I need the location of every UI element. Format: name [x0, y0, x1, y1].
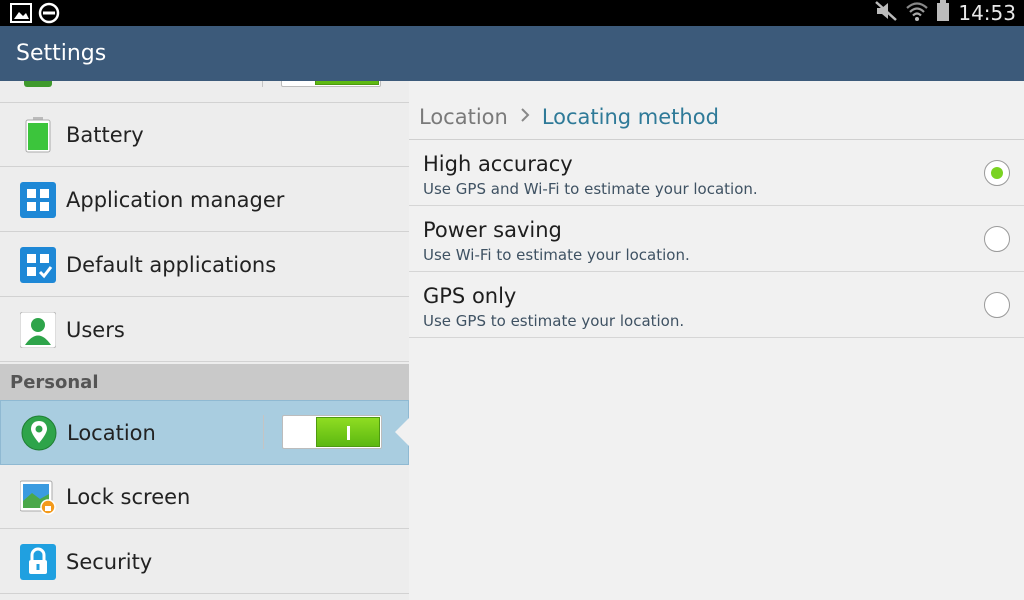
status-bar: 14:53: [0, 0, 1024, 26]
lock-screen-icon: [19, 479, 56, 515]
option-high-accuracy[interactable]: High accuracy Use GPS and Wi-Fi to estim…: [409, 140, 1024, 206]
option-title: GPS only: [423, 284, 517, 308]
settings-list[interactable]: Battery Application manager Default appl…: [0, 81, 409, 600]
sidebar-item-label: Application manager: [66, 188, 285, 212]
mute-icon: [874, 0, 898, 27]
sidebar-item-lock-screen[interactable]: Lock screen: [0, 465, 409, 529]
detail-pane: Location Locating method High accuracy U…: [409, 81, 1024, 600]
do-not-disturb-icon: [38, 2, 60, 29]
radio-gps-only[interactable]: [984, 292, 1010, 318]
radio-high-accuracy[interactable]: [984, 160, 1010, 186]
partial-item-toggle[interactable]: [281, 81, 381, 87]
sidebar-item-label: Security: [66, 550, 153, 574]
option-gps-only[interactable]: GPS only Use GPS to estimate your locati…: [409, 272, 1024, 338]
toggle-divider: [262, 81, 263, 87]
action-bar: Settings: [0, 26, 1024, 81]
toggle-thumb: [316, 417, 380, 447]
partial-item-icon: [20, 81, 56, 89]
sidebar-item-users[interactable]: Users: [0, 298, 409, 362]
sidebar-item-battery[interactable]: Battery: [0, 103, 409, 167]
sidebar-item-label: Lock screen: [66, 485, 191, 509]
selection-pointer: [395, 418, 409, 446]
breadcrumb-parent[interactable]: Location: [419, 105, 508, 129]
page-title: Settings: [16, 41, 107, 66]
sidebar-item-label: Default applications: [66, 253, 277, 277]
clock: 14:53: [958, 1, 1016, 25]
option-title: Power saving: [423, 218, 562, 242]
option-title: High accuracy: [423, 152, 573, 176]
list-item-partial[interactable]: [0, 81, 409, 103]
sidebar-item-security[interactable]: Security: [0, 530, 409, 594]
sidebar-item-label: Battery: [66, 123, 144, 147]
gallery-icon: [10, 3, 32, 28]
section-header-label: Personal: [10, 372, 99, 393]
application-manager-icon: [20, 182, 56, 218]
option-subtitle: Use GPS and Wi-Fi to estimate your locat…: [423, 180, 758, 198]
option-subtitle: Use Wi-Fi to estimate your location.: [423, 246, 690, 264]
location-icon: [21, 415, 57, 451]
sidebar-item-label: Users: [66, 318, 125, 342]
toggle-divider: [263, 415, 264, 449]
wifi-icon: [906, 1, 929, 26]
chevron-right-icon: [520, 107, 530, 128]
sidebar-item-application-manager[interactable]: Application manager: [0, 168, 409, 232]
option-subtitle: Use GPS to estimate your location.: [423, 312, 685, 330]
breadcrumb: Location Locating method: [419, 105, 719, 129]
security-icon: [20, 544, 56, 580]
breadcrumb-current: Locating method: [541, 105, 719, 129]
section-header-personal: Personal: [0, 364, 409, 400]
radio-power-saving[interactable]: [984, 226, 1010, 252]
location-toggle[interactable]: [282, 415, 382, 449]
default-applications-icon: [20, 247, 56, 283]
battery-icon: [20, 117, 56, 153]
sidebar-item-label: Location: [67, 421, 156, 445]
users-icon: [19, 311, 57, 349]
option-power-saving[interactable]: Power saving Use Wi-Fi to estimate your …: [409, 206, 1024, 272]
sidebar-item-default-applications[interactable]: Default applications: [0, 233, 409, 297]
sidebar-item-location[interactable]: Location: [0, 400, 409, 465]
battery-icon: [936, 0, 950, 27]
